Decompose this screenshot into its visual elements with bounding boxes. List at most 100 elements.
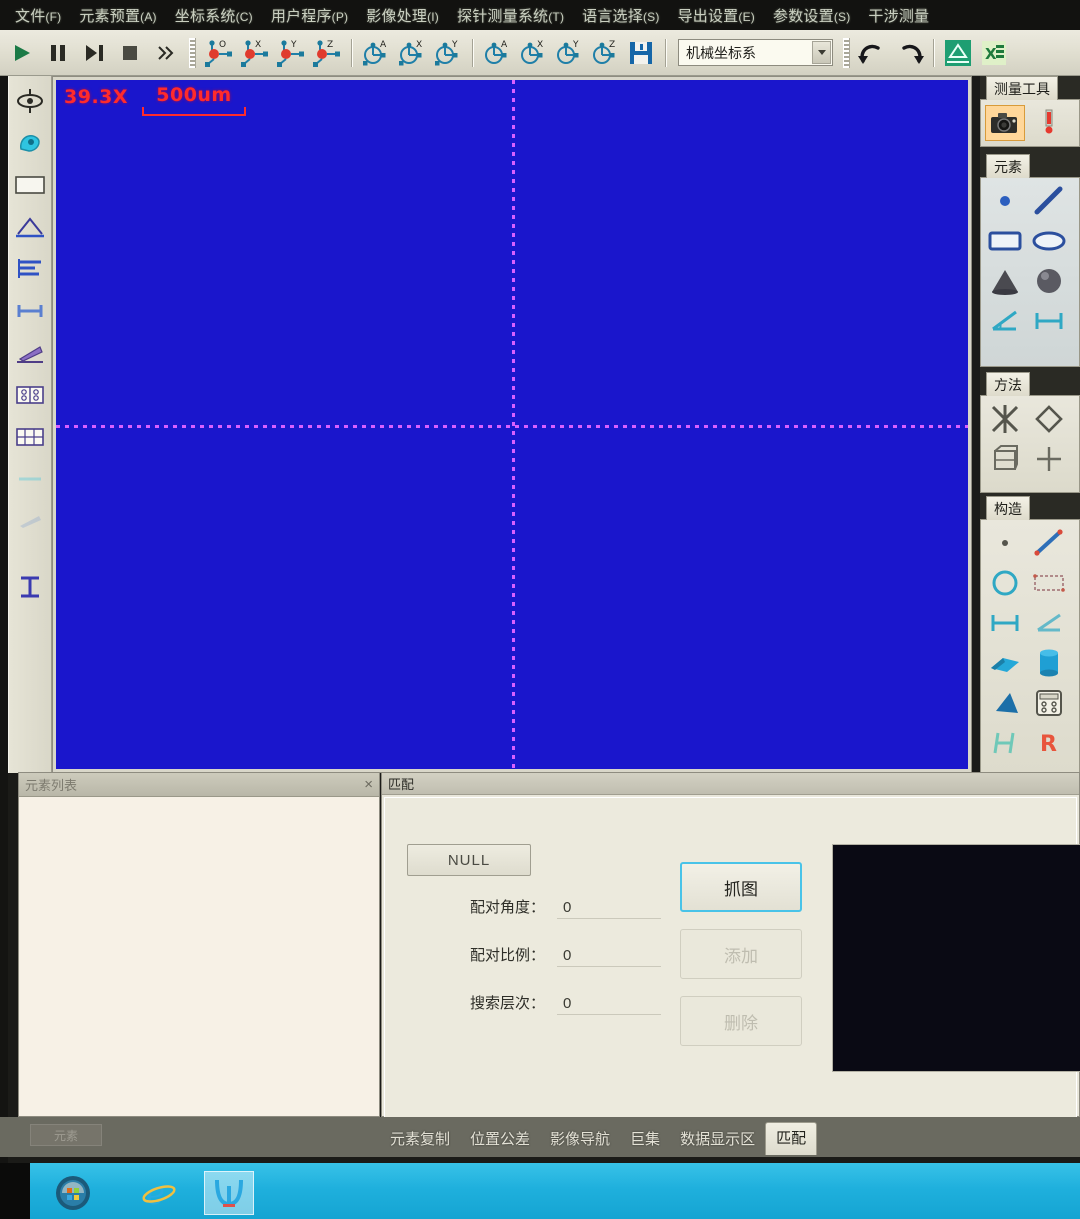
- run-button[interactable]: [4, 36, 40, 70]
- rotate-x2-button[interactable]: X: [515, 36, 551, 70]
- scan-box-icon[interactable]: [985, 441, 1025, 477]
- menu-item-0[interactable]: 文件(F): [6, 3, 70, 28]
- point-icon[interactable]: [985, 525, 1025, 561]
- field-value[interactable]: 0: [557, 995, 661, 1015]
- line-icon[interactable]: [1029, 525, 1069, 561]
- tab-stub-element[interactable]: 元素: [30, 1124, 102, 1146]
- diamond-icon[interactable]: [1029, 401, 1069, 437]
- group-title-measure-tools: 测量工具: [986, 76, 1058, 100]
- match-preview[interactable]: [832, 844, 1080, 1072]
- edge-faint-icon[interactable]: [12, 460, 48, 498]
- excel-export-button[interactable]: X: [976, 36, 1012, 70]
- save-coordinate-system-button[interactable]: [623, 36, 659, 70]
- ellipse-icon[interactable]: [1029, 223, 1069, 259]
- slope-icon[interactable]: [12, 334, 48, 372]
- field-value[interactable]: 0: [557, 947, 661, 967]
- sphere-icon[interactable]: [1029, 263, 1069, 299]
- svg-text:Y: Y: [572, 40, 579, 50]
- rectangle-icon[interactable]: [1029, 565, 1069, 601]
- step-button[interactable]: [76, 36, 112, 70]
- grid2-icon[interactable]: [12, 376, 48, 414]
- tab-5[interactable]: 匹配: [765, 1122, 818, 1155]
- menu-item-7[interactable]: 导出设置(E): [669, 3, 764, 28]
- measurement-app-icon[interactable]: [204, 1171, 254, 1215]
- undo-button[interactable]: [855, 36, 891, 70]
- tab-4[interactable]: 数据显示区: [670, 1123, 765, 1157]
- light-adjust-icon[interactable]: [12, 82, 48, 120]
- grid4-icon[interactable]: [12, 418, 48, 456]
- circle-icon[interactable]: [985, 565, 1025, 601]
- menu-item-4[interactable]: 影像处理(I): [357, 3, 448, 28]
- menu-item-mnemonic: (A): [140, 9, 157, 24]
- cone-icon[interactable]: [985, 263, 1025, 299]
- delete-button[interactable]: 删除: [680, 996, 802, 1046]
- group-body-measure-tools: [980, 99, 1080, 147]
- tab-1[interactable]: 位置公差: [460, 1123, 540, 1157]
- coordinate-system-select[interactable]: 机械坐标系: [678, 39, 833, 66]
- angle-icon[interactable]: [985, 303, 1025, 339]
- tab-2[interactable]: 影像导航: [540, 1123, 620, 1157]
- tab-3[interactable]: 巨集: [620, 1123, 670, 1157]
- menu-item-8[interactable]: 参数设置(S): [764, 3, 859, 28]
- toolbar-grip-2[interactable]: [843, 37, 850, 68]
- cylinder-icon[interactable]: [1029, 645, 1069, 681]
- camera-image-view[interactable]: 39.3X 500um: [56, 80, 968, 769]
- set-origin-button[interactable]: O: [201, 36, 237, 70]
- menu-item-5[interactable]: 探针测量系统(T): [448, 3, 573, 28]
- point-icon[interactable]: [985, 183, 1025, 219]
- menu-item-6[interactable]: 语言选择(S): [573, 3, 668, 28]
- start-orb-icon[interactable]: [48, 1171, 98, 1215]
- more-commands-button[interactable]: [148, 36, 184, 70]
- angle-measure-icon[interactable]: [12, 208, 48, 246]
- multi-point-icon[interactable]: [985, 401, 1025, 437]
- menu-item-2[interactable]: 坐标系统(C): [166, 3, 262, 28]
- svg-text:Y: Y: [451, 40, 458, 50]
- calculator-icon[interactable]: [1029, 685, 1069, 721]
- rectangle-roi-icon[interactable]: [12, 166, 48, 204]
- tab-0[interactable]: 元素复制: [380, 1123, 460, 1157]
- capture-button[interactable]: 抓图: [680, 862, 802, 912]
- h-symbol-icon[interactable]: [985, 725, 1025, 761]
- redo-button[interactable]: [891, 36, 927, 70]
- menu-item-1[interactable]: 元素预置(A): [70, 3, 165, 28]
- menu-item-label: 干涉测量: [868, 7, 930, 25]
- internet-explorer-icon[interactable]: e: [134, 1171, 184, 1215]
- distance-icon[interactable]: [985, 605, 1025, 641]
- camera-icon[interactable]: [985, 105, 1025, 141]
- dxf-export-button[interactable]: [940, 36, 976, 70]
- caliper-icon[interactable]: [12, 568, 48, 606]
- rotate-a2-button[interactable]: A: [479, 36, 515, 70]
- color-picker-icon[interactable]: [12, 124, 48, 162]
- close-icon[interactable]: ×: [364, 776, 373, 793]
- angle-icon[interactable]: [1029, 605, 1069, 641]
- rotate-y2-button[interactable]: Y: [551, 36, 587, 70]
- set-y-button[interactable]: Y: [273, 36, 309, 70]
- set-z-button[interactable]: Z: [309, 36, 345, 70]
- menu-item-9[interactable]: 干涉测量: [859, 3, 938, 28]
- probe-icon[interactable]: [1029, 105, 1069, 141]
- element-list-body[interactable]: [19, 797, 379, 1116]
- rotate-a-button[interactable]: A: [358, 36, 394, 70]
- distance-icon[interactable]: [1029, 303, 1069, 339]
- add-button[interactable]: 添加: [680, 929, 802, 979]
- plane-icon[interactable]: [985, 645, 1025, 681]
- chevron-down-icon[interactable]: [812, 41, 831, 64]
- rectangle-icon[interactable]: [985, 223, 1025, 259]
- rotate-y-button[interactable]: Y: [430, 36, 466, 70]
- r-symbol-icon[interactable]: R: [1029, 725, 1069, 761]
- distance-icon[interactable]: [12, 292, 48, 330]
- layers-icon[interactable]: [12, 250, 48, 288]
- menu-item-3[interactable]: 用户程序(P): [262, 3, 357, 28]
- line-icon[interactable]: [1029, 183, 1069, 219]
- field-value[interactable]: 0: [557, 899, 661, 919]
- edge-faint2-icon[interactable]: [12, 502, 48, 540]
- crosshair-icon[interactable]: [1029, 441, 1069, 477]
- cone-icon[interactable]: [985, 685, 1025, 721]
- toolbar-grip[interactable]: [189, 37, 196, 68]
- null-template-button[interactable]: NULL: [407, 844, 531, 876]
- stop-button[interactable]: [112, 36, 148, 70]
- set-x-button[interactable]: X: [237, 36, 273, 70]
- rotate-x-button[interactable]: X: [394, 36, 430, 70]
- rotate-z-button[interactable]: Z: [587, 36, 623, 70]
- pause-button[interactable]: [40, 36, 76, 70]
